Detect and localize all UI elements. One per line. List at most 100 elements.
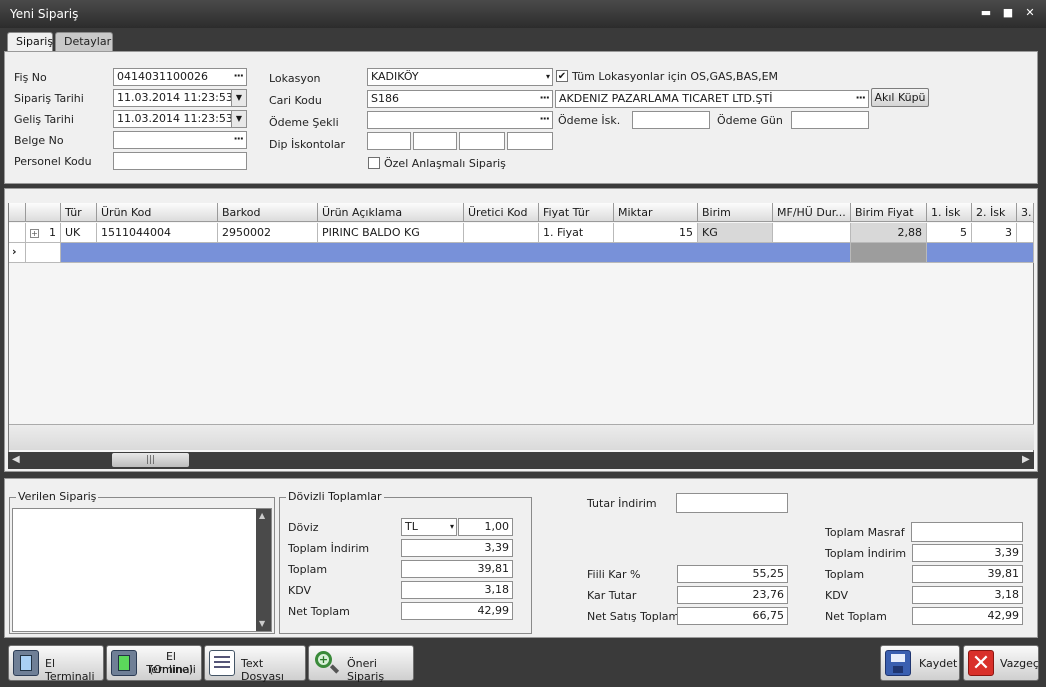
cell-isk2[interactable]: 3 bbox=[972, 223, 1017, 243]
vertical-scrollbar[interactable] bbox=[256, 509, 271, 631]
dip-iskonto-1-field[interactable] bbox=[367, 132, 411, 150]
new-row-indicator[interactable]: › bbox=[9, 243, 26, 263]
maximize-icon[interactable]: ■ bbox=[1000, 6, 1016, 20]
dovizli-kdv-field[interactable]: 3,18 bbox=[401, 581, 513, 599]
scroll-thumb[interactable]: ||| bbox=[112, 453, 189, 467]
kaydet-button[interactable]: Kaydet bbox=[880, 645, 960, 681]
lokasyon-label: Lokasyon bbox=[269, 72, 321, 85]
el-terminali-button[interactable]: El Terminali bbox=[8, 645, 104, 683]
ellipsis-icon[interactable]: ··· bbox=[539, 91, 550, 104]
scroll-right-icon[interactable]: ▶ bbox=[1022, 454, 1030, 465]
dip-iskonto-2-field[interactable] bbox=[413, 132, 457, 150]
ellipsis-icon[interactable]: ··· bbox=[855, 91, 866, 104]
new-row-birim-fiyat[interactable] bbox=[851, 243, 927, 263]
doviz-kur-field[interactable]: 1,00 bbox=[458, 518, 513, 536]
cari-kodu-label: Cari Kodu bbox=[269, 94, 322, 107]
grid-header-fiyat-tur[interactable]: Fiyat Tür bbox=[539, 203, 614, 222]
cell-birim[interactable]: KG bbox=[698, 223, 773, 243]
scroll-down-icon[interactable]: ▼ bbox=[259, 619, 265, 628]
net-toplam-field[interactable]: 42,99 bbox=[912, 607, 1023, 625]
grid-header-birim[interactable]: Birim bbox=[698, 203, 773, 222]
ellipsis-icon[interactable]: ··· bbox=[539, 112, 550, 125]
ozel-anlasma-label: Özel Anlaşmalı Sipariş bbox=[384, 157, 506, 170]
cell-mf[interactable] bbox=[773, 223, 851, 243]
magnifier-plus-icon: + bbox=[313, 650, 340, 676]
gelis-tarihi-field[interactable]: 11.03.2014 11:23:53 ▼ bbox=[113, 110, 247, 128]
personel-kodu-field[interactable] bbox=[113, 152, 247, 170]
grid-header-urun-aciklama[interactable]: Ürün Açıklama bbox=[318, 203, 464, 222]
dip-iskonto-3-field[interactable] bbox=[459, 132, 505, 150]
close-icon[interactable]: ✕ bbox=[1022, 6, 1038, 20]
cell-urun-kod[interactable]: 1511044004 bbox=[97, 223, 218, 243]
tab-detaylar[interactable]: Detaylar bbox=[55, 32, 113, 51]
ellipsis-icon[interactable]: ··· bbox=[233, 132, 244, 145]
grid-footer bbox=[9, 424, 1034, 450]
chevron-down-icon[interactable]: ▼ bbox=[231, 90, 246, 106]
expand-plus-icon[interactable]: + bbox=[30, 229, 39, 238]
oneri-siparis-button[interactable]: + Öneri Sipariş bbox=[308, 645, 414, 683]
cell-isk1[interactable]: 5 bbox=[927, 223, 972, 243]
new-row-expand[interactable] bbox=[26, 243, 61, 263]
grid-header-tur[interactable]: Tür bbox=[61, 203, 97, 222]
grid-header-birim-fiyat[interactable]: Birim Fiyat bbox=[851, 203, 927, 222]
grid-header-isk3[interactable]: 3. bbox=[1017, 203, 1034, 222]
net-satis-field[interactable]: 66,75 bbox=[677, 607, 788, 625]
doviz-select[interactable]: TL ▾ bbox=[401, 518, 457, 536]
tum-lokasyon-checkbox[interactable]: ✔ bbox=[556, 70, 568, 82]
belge-no-field[interactable]: ··· bbox=[113, 131, 247, 149]
grid-header-isk1[interactable]: 1. İsk bbox=[927, 203, 972, 222]
new-row-rest[interactable] bbox=[927, 243, 1034, 263]
scroll-left-icon[interactable]: ◀ bbox=[12, 454, 20, 465]
el-terminali-online-button[interactable]: El Terminali (Online) bbox=[106, 645, 202, 681]
save-icon bbox=[885, 650, 911, 676]
cari-kodu-field[interactable]: S186 ··· bbox=[367, 90, 553, 108]
grid-header-uretici-kod[interactable]: Üretici Kod bbox=[464, 203, 539, 222]
grid-header-isk2[interactable]: 2. İsk bbox=[972, 203, 1017, 222]
fiili-kar-field[interactable]: 55,25 bbox=[677, 565, 788, 583]
cell-barkod[interactable]: 2950002 bbox=[218, 223, 318, 243]
cell-isk3[interactable] bbox=[1017, 223, 1034, 243]
dovizli-toplam-field[interactable]: 39,81 bbox=[401, 560, 513, 578]
dovizli-toplam-indirim-field[interactable]: 3,39 bbox=[401, 539, 513, 557]
grid-header-miktar[interactable]: Miktar bbox=[614, 203, 698, 222]
ellipsis-icon[interactable]: ··· bbox=[233, 69, 244, 82]
toplam-masraf-field[interactable] bbox=[911, 522, 1023, 542]
cell-aciklama[interactable]: PIRINC BALDO KG bbox=[318, 223, 464, 243]
grid-header-barkod[interactable]: Barkod bbox=[218, 203, 318, 222]
cell-birim-fiyat[interactable]: 2,88 bbox=[851, 223, 927, 243]
text-dosyasi-button[interactable]: Text Dosyası bbox=[204, 645, 306, 683]
kar-tutar-field[interactable]: 23,76 bbox=[677, 586, 788, 604]
toplam-indirim-field[interactable]: 3,39 bbox=[912, 544, 1023, 562]
cell-miktar[interactable]: 15 bbox=[614, 223, 698, 243]
grid-header-mf-hu[interactable]: MF/HÜ Dur... bbox=[773, 203, 851, 222]
cell-tur[interactable]: UK bbox=[61, 223, 97, 243]
chevron-down-icon[interactable]: ▾ bbox=[450, 522, 454, 531]
cell-uretici[interactable] bbox=[464, 223, 539, 243]
dip-iskonto-4-field[interactable] bbox=[507, 132, 553, 150]
toplam-field[interactable]: 39,81 bbox=[912, 565, 1023, 583]
minimize-icon[interactable]: ▬ bbox=[978, 6, 994, 20]
tab-siparis[interactable]: Sipariş bbox=[7, 32, 53, 51]
scroll-up-icon[interactable]: ▲ bbox=[259, 511, 265, 520]
odeme-isk-field[interactable] bbox=[632, 111, 710, 129]
odeme-sekli-field[interactable]: ··· bbox=[367, 111, 553, 129]
row-indicator[interactable] bbox=[9, 223, 26, 243]
verilen-siparis-list[interactable] bbox=[12, 508, 272, 632]
chevron-down-icon[interactable]: ▼ bbox=[231, 111, 246, 127]
table-row-expand[interactable]: +1 bbox=[26, 223, 61, 243]
new-row-selected[interactable] bbox=[61, 243, 851, 263]
kdv-field[interactable]: 3,18 bbox=[912, 586, 1023, 604]
tutar-indirim-field[interactable] bbox=[676, 493, 788, 513]
vazgec-button[interactable]: ✕ Vazgeç bbox=[963, 645, 1039, 681]
akil-kupu-button[interactable]: Akıl Küpü bbox=[871, 88, 929, 107]
siparis-tarihi-field[interactable]: 11.03.2014 11:23:53 ▼ bbox=[113, 89, 247, 107]
fis-no-field[interactable]: 0414031100026 ··· bbox=[113, 68, 247, 86]
lokasyon-select[interactable]: KADIKÖY ▾ bbox=[367, 68, 553, 86]
grid-header-urun-kod[interactable]: Ürün Kod bbox=[97, 203, 218, 222]
cari-adi-field[interactable]: AKDENIZ PAZARLAMA TICARET LTD.ŞTİ ··· bbox=[555, 90, 869, 108]
ozel-anlasma-checkbox[interactable] bbox=[368, 157, 380, 169]
cell-fiyat-tur[interactable]: 1. Fiyat bbox=[539, 223, 614, 243]
odeme-gun-field[interactable] bbox=[791, 111, 869, 129]
dovizli-net-toplam-field[interactable]: 42,99 bbox=[401, 602, 513, 620]
chevron-down-icon[interactable]: ▾ bbox=[546, 72, 550, 81]
